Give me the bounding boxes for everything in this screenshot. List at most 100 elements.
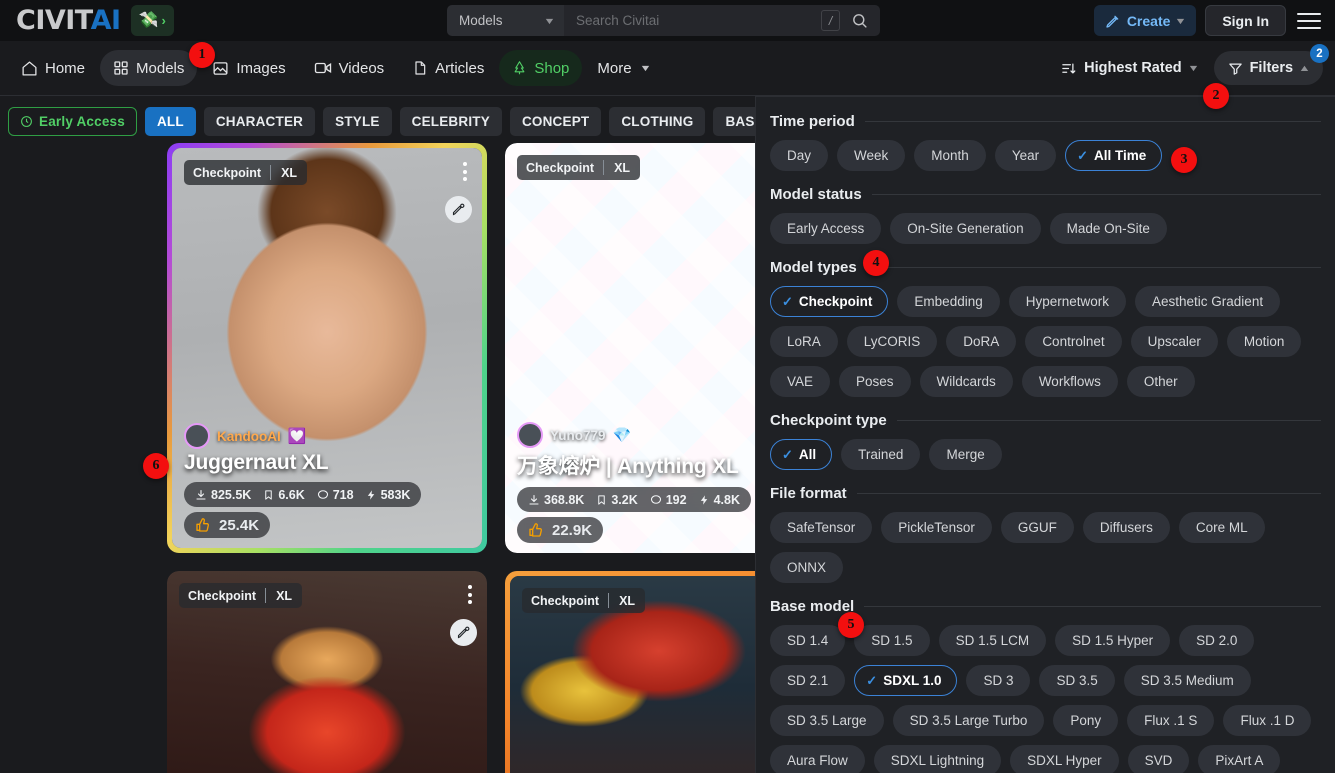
nav-item-images[interactable]: Images [199,50,298,86]
filter-chip-trained[interactable]: Trained [841,439,920,470]
card-menu-button[interactable] [464,581,476,608]
model-card[interactable]: Checkpoint XL KandooAI 💟 Juggernaut XL [167,143,487,553]
hamburger-menu-icon[interactable] [1295,7,1323,35]
model-card[interactable]: Checkpoint XL Yuno779 💎 万象熔炉 | Anything … [505,143,760,553]
filter-chip-aesthetic-gradient[interactable]: Aesthetic Gradient [1135,286,1280,317]
filter-chip-flux-1-d[interactable]: Flux .1 D [1223,705,1311,736]
category-chip-celebrity[interactable]: CELEBRITY [400,107,502,136]
model-card-user[interactable]: KandooAI 💟 [184,423,470,449]
filter-chip-sdxl-hyper[interactable]: SDXL Hyper [1010,745,1119,773]
filter-chip-year[interactable]: Year [995,140,1056,171]
filter-chip-controlnet[interactable]: Controlnet [1025,326,1121,357]
filter-chip-sd-35-large-turbo[interactable]: SD 3.5 Large Turbo [893,705,1045,736]
filter-chip-dora[interactable]: DoRA [946,326,1016,357]
thumbs-up-icon [195,517,211,533]
filter-chip-lora[interactable]: LoRA [770,326,838,357]
filter-chip-hypernetwork[interactable]: Hypernetwork [1009,286,1126,317]
filter-chip-merge[interactable]: Merge [929,439,1001,470]
category-chip-concept[interactable]: CONCEPT [510,107,601,136]
filter-chip-onnx[interactable]: ONNX [770,552,843,583]
remix-brush-icon[interactable] [445,196,472,223]
filter-chip-sdxl-10[interactable]: ✓SDXL 1.0 [854,665,957,696]
model-card-user[interactable]: Yuno779 💎 [517,422,760,448]
filter-chip-sd-15-lcm[interactable]: SD 1.5 LCM [939,625,1047,656]
filter-chip-pickletensor[interactable]: PickleTensor [881,512,992,543]
chip-label: SD 1.5 Hyper [1072,633,1153,648]
nav-item-models[interactable]: Models [100,50,197,86]
filter-chip-sd-35-large[interactable]: SD 3.5 Large [770,705,884,736]
filter-chip-safetensor[interactable]: SafeTensor [770,512,872,543]
sign-in-button[interactable]: Sign In [1205,5,1286,36]
filter-chip-early-access[interactable]: Early Access [770,213,881,244]
nav-bar: Home Models Images Videos [0,41,1335,96]
model-card[interactable]: Checkpoint XL [505,571,760,773]
filter-chip-made-on-site[interactable]: Made On-Site [1050,213,1167,244]
create-button[interactable]: Create ▼ [1094,5,1197,36]
filter-chip-sd-15-hyper[interactable]: SD 1.5 Hyper [1055,625,1170,656]
energy-stat: 4.8K [699,493,740,507]
filter-chip-sd-21[interactable]: SD 2.1 [770,665,845,696]
remix-brush-icon[interactable] [450,619,477,646]
category-chip-clothing[interactable]: CLOTHING [609,107,705,136]
filter-chip-vae[interactable]: VAE [770,366,830,397]
search-input[interactable] [576,13,821,28]
nav-item-more[interactable]: More ▼ [584,50,662,86]
sort-dropdown[interactable]: Highest Rated ▼ [1050,51,1207,85]
filter-chip-sd-14[interactable]: SD 1.4 [770,625,845,656]
filter-chip-checkpoint-all[interactable]: ✓All [770,439,832,470]
filter-chip-checkpoint[interactable]: ✓Checkpoint [770,286,888,317]
filter-chip-diffusers[interactable]: Diffusers [1083,512,1170,543]
filter-chip-day[interactable]: Day [770,140,828,171]
model-base-label: XL [609,594,645,608]
nav-item-home[interactable]: Home [8,50,98,86]
model-type-badge: Checkpoint XL [517,155,640,180]
like-button[interactable]: 22.9K [517,517,603,543]
nav-item-videos[interactable]: Videos [301,50,398,86]
filter-chip-sd-15[interactable]: SD 1.5 [854,625,929,656]
filter-chip-sd-20[interactable]: SD 2.0 [1179,625,1254,656]
filter-chip-poses[interactable]: Poses [839,366,911,397]
filter-chip-other[interactable]: Other [1127,366,1195,397]
filter-chip-upscaler[interactable]: Upscaler [1131,326,1218,357]
filter-chip-sd-3[interactable]: SD 3 [966,665,1030,696]
category-chip-all[interactable]: ALL [145,107,196,136]
filter-chip-sdxl-lightning[interactable]: SDXL Lightning [874,745,1001,773]
chip-label: SD 2.0 [1196,633,1237,648]
category-chip-early-access[interactable]: Early Access [8,107,137,136]
filter-chip-core-ml[interactable]: Core ML [1179,512,1265,543]
filter-chip-gguf[interactable]: GGUF [1001,512,1074,543]
filter-chip-flux-1-s[interactable]: Flux .1 S [1127,705,1214,736]
buzz-money-button[interactable]: 💸 › [131,5,174,36]
filter-section-base-model: Base model SD 1.4 SD 1.5 SD 1.5 LCM SD 1… [770,598,1321,773]
model-card[interactable]: Checkpoint XL [167,571,487,773]
filter-chip-pixart-a[interactable]: PixArt A [1198,745,1280,773]
logo[interactable]: CIVITAI 💸 › [0,5,174,36]
like-button[interactable]: 25.4K [184,512,270,538]
filter-chip-lycoris[interactable]: LyCORIS [847,326,938,357]
filter-chip-on-site-generation[interactable]: On-Site Generation [890,213,1040,244]
nav-item-shop[interactable]: Shop [499,50,582,86]
filter-chip-svd[interactable]: SVD [1128,745,1190,773]
category-chip-character[interactable]: CHARACTER [204,107,315,136]
filter-chip-aura-flow[interactable]: Aura Flow [770,745,865,773]
filter-chip-embedding[interactable]: Embedding [897,286,999,317]
filter-chip-pony[interactable]: Pony [1053,705,1118,736]
search-scope-select[interactable]: Models ▼ [447,5,564,36]
filter-chip-sd-35-medium[interactable]: SD 3.5 Medium [1124,665,1251,696]
filters-button[interactable]: Filters ▲ 2 [1214,51,1323,85]
category-chip-base-model[interactable]: BASE MODEL [713,107,760,136]
filter-chip-month[interactable]: Month [914,140,986,171]
filter-chip-week[interactable]: Week [837,140,905,171]
category-chip-row: Early Access ALL CHARACTER STYLE CELEBRI… [0,103,760,139]
filter-chip-all-time[interactable]: ✓All Time [1065,140,1162,171]
model-card-inner: Checkpoint XL Yuno779 💎 万象熔炉 | Anything … [505,143,760,553]
filter-chip-workflows[interactable]: Workflows [1022,366,1118,397]
filter-chip-wildcards[interactable]: Wildcards [920,366,1013,397]
chip-label: Upscaler [1148,334,1201,349]
search-icon[interactable] [844,5,874,36]
card-menu-button[interactable] [459,158,471,185]
filter-chip-sd-35[interactable]: SD 3.5 [1039,665,1114,696]
filter-chip-motion[interactable]: Motion [1227,326,1302,357]
nav-item-articles[interactable]: Articles [399,50,497,86]
category-chip-style[interactable]: STYLE [323,107,392,136]
